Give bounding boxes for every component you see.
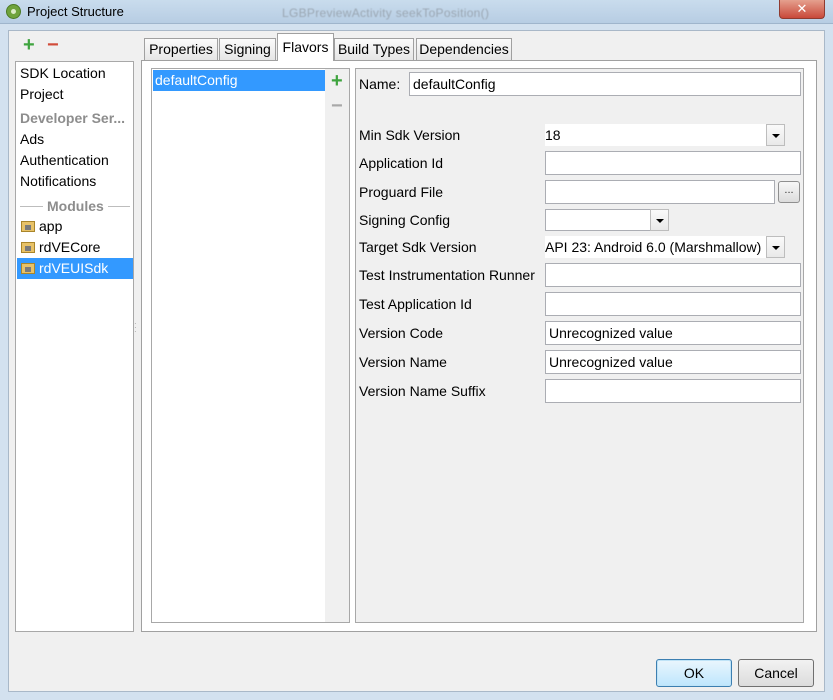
sidebar-item-sdk-location[interactable]: SDK Location xyxy=(20,63,106,83)
module-folder-icon xyxy=(21,242,35,253)
version-code-field[interactable]: Unrecognized value xyxy=(545,321,801,345)
version-name-field[interactable]: Unrecognized value xyxy=(545,350,801,374)
sidebar-item-project[interactable]: Project xyxy=(20,84,64,104)
chevron-down-icon xyxy=(766,124,785,146)
separator-line xyxy=(20,206,43,207)
target-sdk-dropdown[interactable]: API 23: Android 6.0 (Marshmallow) xyxy=(545,236,785,258)
name-label: Name: xyxy=(359,76,401,92)
test-application-id-label: Test Application Id xyxy=(359,296,472,312)
chevron-down-icon xyxy=(766,236,785,258)
signing-config-dropdown[interactable] xyxy=(545,209,669,231)
module-item-app[interactable]: app xyxy=(17,216,133,237)
tab-dependencies[interactable]: Dependencies xyxy=(416,38,512,60)
target-sdk-value: API 23: Android 6.0 (Marshmallow) xyxy=(545,239,762,255)
proguard-file-label: Proguard File xyxy=(359,184,444,200)
android-studio-icon xyxy=(6,4,21,19)
modules-separator: Modules xyxy=(20,196,130,216)
tab-build-types[interactable]: Build Types xyxy=(334,38,414,60)
ok-button[interactable]: OK xyxy=(656,659,732,687)
browse-button[interactable]: ... xyxy=(778,181,800,203)
min-sdk-value: 18 xyxy=(545,127,561,143)
version-name-label: Version Name xyxy=(359,354,447,370)
proguard-file-field[interactable] xyxy=(545,180,775,204)
target-sdk-label: Target Sdk Version xyxy=(359,239,477,255)
close-button[interactable]: ✕ xyxy=(779,0,825,19)
flavor-list: defaultConfig xyxy=(151,68,326,623)
flavor-item-defaultconfig[interactable]: defaultConfig xyxy=(153,70,325,91)
tab-flavors[interactable]: Flavors xyxy=(277,33,334,61)
sidebar: SDK Location Project Developer Ser... Ad… xyxy=(15,61,134,632)
module-folder-icon xyxy=(21,221,35,232)
chevron-down-icon xyxy=(650,209,669,231)
splitter-handle[interactable]: · · · xyxy=(134,320,138,336)
remove-icon[interactable]: − xyxy=(47,35,59,55)
add-icon[interactable]: + xyxy=(23,35,35,55)
separator-line xyxy=(108,206,130,207)
title-bar: Project Structure LGBPreviewActivity see… xyxy=(0,0,833,24)
min-sdk-label: Min Sdk Version xyxy=(359,127,461,143)
add-flavor-icon[interactable]: + xyxy=(331,71,343,91)
version-name-suffix-field[interactable] xyxy=(545,379,801,403)
application-id-field[interactable] xyxy=(545,151,801,175)
sidebar-item-authentication[interactable]: Authentication xyxy=(20,150,109,170)
name-field[interactable]: defaultConfig xyxy=(409,72,801,96)
module-item-rdveuisdk[interactable]: rdVEUISdk xyxy=(17,258,133,279)
version-code-label: Version Code xyxy=(359,325,444,341)
module-label: rdVECore xyxy=(39,239,101,255)
module-item-rdvecore[interactable]: rdVECore xyxy=(17,237,133,258)
module-label: rdVEUISdk xyxy=(39,260,109,276)
sidebar-item-ads[interactable]: Ads xyxy=(20,129,44,149)
cancel-button[interactable]: Cancel xyxy=(738,659,814,687)
background-window-text: LGBPreviewActivity seekToPosition() xyxy=(282,6,490,20)
min-sdk-dropdown[interactable]: 18 xyxy=(545,124,785,146)
test-runner-label: Test Instrumentation Runner xyxy=(359,267,535,283)
application-id-label: Application Id xyxy=(359,155,444,171)
flavor-toolbar xyxy=(325,68,350,623)
modules-label: Modules xyxy=(47,198,104,214)
sidebar-group-developer-services: Developer Ser... xyxy=(20,110,126,126)
module-label: app xyxy=(39,218,63,234)
test-application-id-field[interactable] xyxy=(545,292,801,316)
signing-config-label: Signing Config xyxy=(359,212,451,228)
module-folder-icon xyxy=(21,263,35,274)
tab-properties[interactable]: Properties xyxy=(144,38,218,60)
sidebar-item-notifications[interactable]: Notifications xyxy=(20,171,96,191)
tab-signing[interactable]: Signing xyxy=(219,38,276,60)
test-runner-field[interactable] xyxy=(545,263,801,287)
version-name-suffix-label: Version Name Suffix xyxy=(359,383,486,399)
remove-flavor-icon[interactable]: − xyxy=(331,96,343,116)
window-title: Project Structure xyxy=(27,4,124,19)
